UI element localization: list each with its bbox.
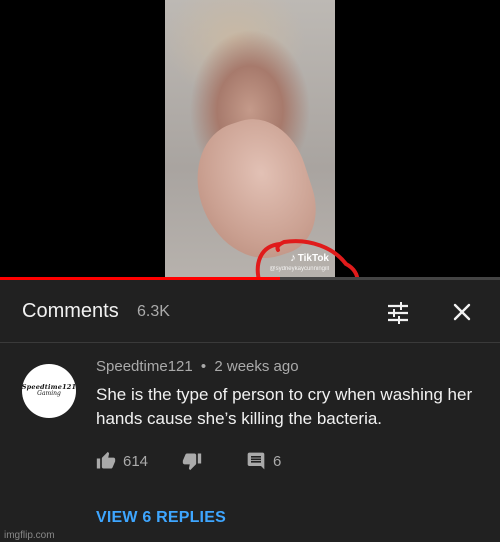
comments-panel: Comments 6.3K Speedtime121 Gaming Speedt… [0,280,500,542]
comment-text: She is the type of person to cry when wa… [96,385,473,428]
close-icon[interactable] [451,301,473,323]
video-player[interactable]: ♪ TikTok @sydneykaycunningill [0,0,500,308]
comments-count: 6.3K [137,303,170,320]
reply-count: 6 [273,452,282,470]
thumb-up-icon [96,451,116,469]
comment-actions: 614 6 [96,451,396,473]
sort-filter-icon[interactable] [385,300,411,326]
comment-time: 2 weeks ago [214,358,299,375]
reply-button[interactable]: 6 [246,451,281,471]
comment-author[interactable]: Speedtime121 [96,358,193,375]
avatar[interactable]: Speedtime121 Gaming [22,364,76,418]
view-replies-button[interactable]: VIEW 6 REPLIES [96,509,226,527]
avatar-line2: Gaming [37,390,61,398]
comments-title: Comments [22,300,119,322]
like-button[interactable]: 614 [96,451,148,471]
imgflip-watermark: imgflip.com [4,530,55,541]
comment-reply-icon [247,452,265,470]
meta-separator: • [200,358,207,375]
dislike-button[interactable] [182,451,202,471]
header-divider [0,342,500,343]
thumb-down-icon [182,453,202,471]
comments-header: Comments 6.3K [0,280,500,342]
like-count: 614 [123,452,149,470]
comment-meta: Speedtime121 • 2 weeks ago [96,358,299,375]
